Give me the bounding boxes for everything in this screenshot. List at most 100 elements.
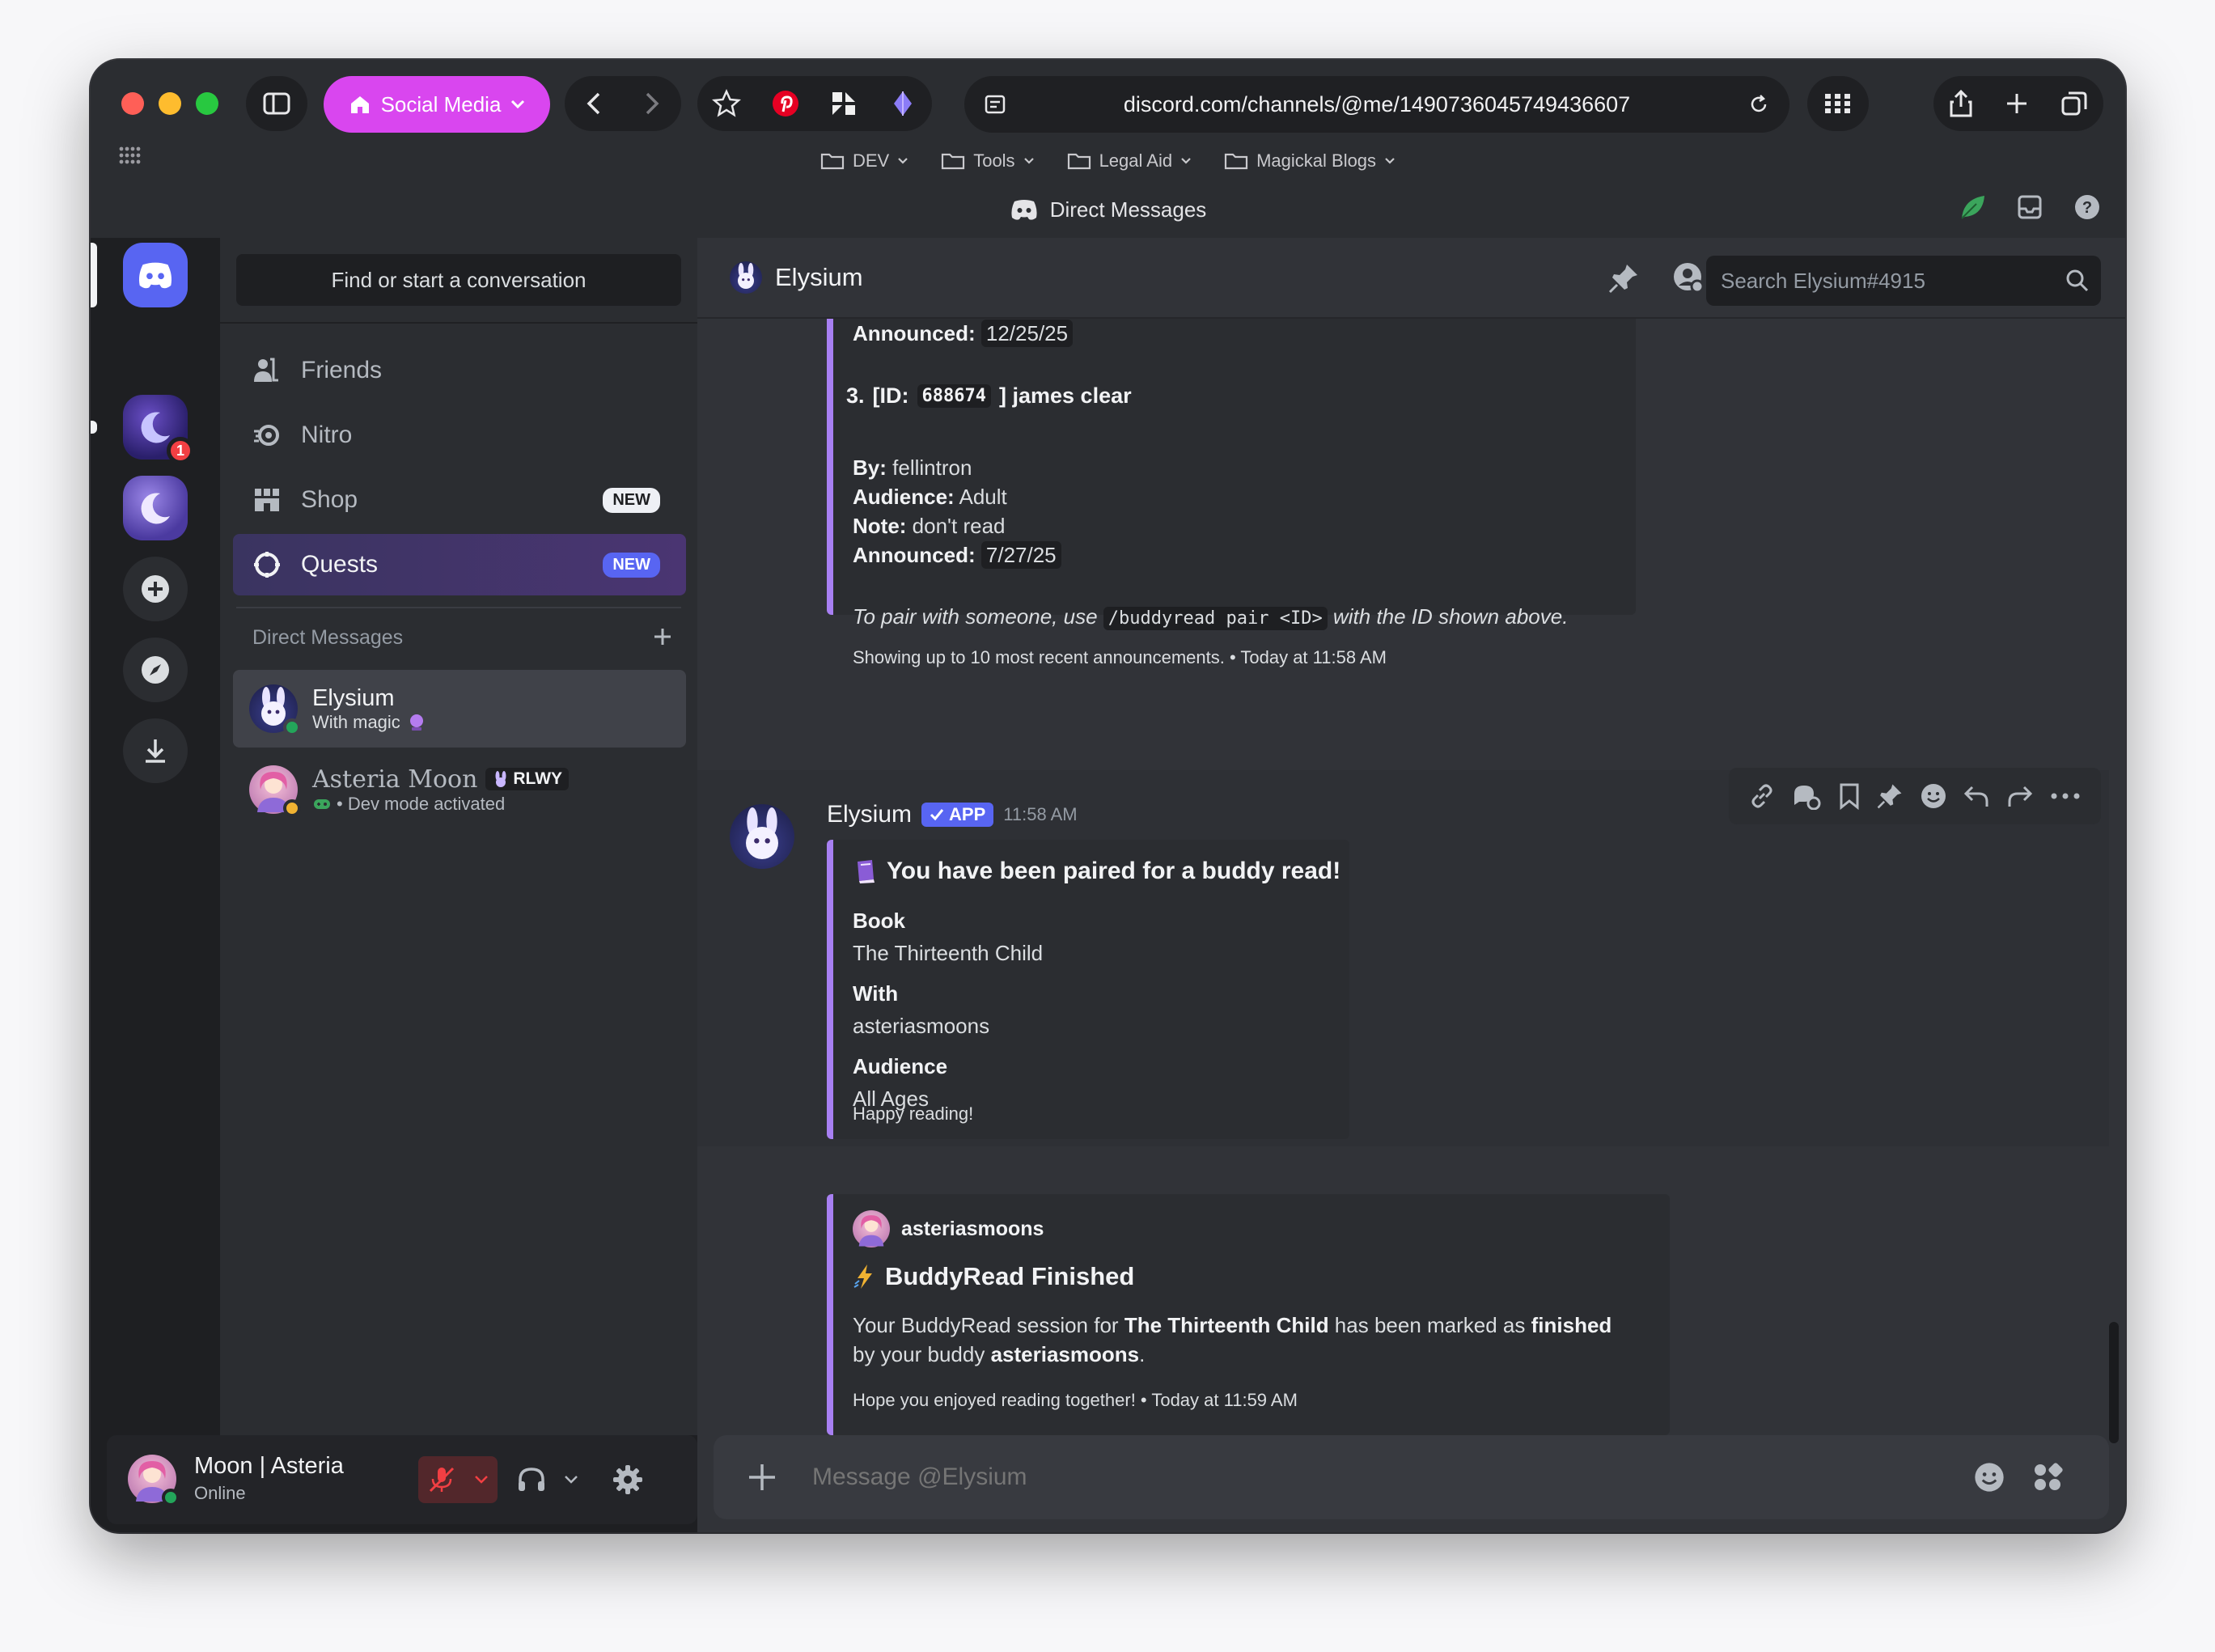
bookmark-icon[interactable] [1838, 782, 1861, 810]
nav-label: Nitro [301, 421, 353, 448]
gear-icon [613, 1465, 642, 1494]
field-label: Book [853, 909, 905, 933]
reply-icon[interactable] [1963, 782, 1990, 810]
download-apps-button[interactable] [123, 718, 188, 783]
audience-value: Adult [959, 485, 1007, 509]
dm-item-elysium[interactable]: Elysium With magic [233, 670, 686, 748]
emoji-icon[interactable] [1973, 1461, 2005, 1493]
message-actions-bar [1729, 768, 2101, 824]
nav-shop[interactable]: Shop NEW [233, 469, 686, 531]
announced-value: 7/27/25 [980, 541, 1061, 569]
share-icon[interactable] [1949, 89, 1973, 118]
dm-status: • Dev mode activated [312, 794, 569, 815]
user-info[interactable]: Moon | Asteria Online [194, 1453, 344, 1504]
zoom-window-button[interactable] [196, 92, 218, 115]
create-dm-icon[interactable] [652, 626, 673, 647]
pinterest-icon[interactable] [771, 89, 800, 118]
user-settings-button[interactable] [602, 1456, 654, 1503]
svg-text:?: ? [2082, 199, 2092, 217]
bookmark-folder[interactable]: Tools [941, 150, 1034, 172]
message-input[interactable] [812, 1464, 1961, 1491]
reload-icon[interactable] [1747, 93, 1770, 116]
home-button[interactable] [123, 243, 188, 307]
dm-item-asteria-moon[interactable]: Asteria Moon RLWY • Dev mode activated [233, 751, 686, 828]
item-title: ] james clear [999, 383, 1132, 408]
pin-icon[interactable] [1876, 782, 1904, 810]
leaf-icon[interactable] [1959, 193, 1988, 222]
note-value: don't read [912, 514, 1006, 538]
apps-icon[interactable] [2031, 1461, 2064, 1493]
pair-prefix: To pair with someone, use [853, 604, 1098, 629]
chevron-down-icon [1385, 158, 1395, 164]
tabs-icon[interactable] [2060, 90, 2088, 117]
user-profile-icon[interactable] [1672, 261, 1706, 295]
pin-icon[interactable] [1607, 262, 1640, 294]
folder-icon [1067, 153, 1091, 170]
nav-quests[interactable]: Quests NEW [233, 534, 686, 595]
bookmark-folder[interactable]: Legal Aid [1067, 150, 1192, 172]
bookmark-label: DEV [852, 150, 890, 171]
more-options-icon[interactable] [2049, 791, 2082, 801]
address-bar[interactable]: discord.com/channels/@me/149073604574943… [964, 76, 1789, 133]
bookmark-star-icon[interactable] [712, 89, 742, 118]
chat-scrollbar[interactable] [2109, 1322, 2119, 1443]
message-composer [714, 1435, 2109, 1519]
field-label: Audience: [853, 485, 955, 509]
emoji-reaction-icon[interactable] [1920, 782, 1947, 810]
attach-plus-icon[interactable] [746, 1461, 778, 1493]
desc-text: . [1139, 1342, 1146, 1366]
search-input[interactable]: Search Elysium#4915 [1706, 256, 2101, 306]
desc-text: Your BuddyRead session for [853, 1313, 1124, 1337]
bookmark-folder[interactable]: DEV [820, 150, 908, 172]
embed-author-name[interactable]: asteriasmoons [901, 1218, 1044, 1241]
discord-logo-icon [138, 262, 172, 289]
find-conversation-button[interactable]: Find or start a conversation [236, 254, 681, 306]
channel-name[interactable]: Elysium [775, 263, 863, 292]
dm-name: Elysium [312, 684, 395, 711]
bookmark-folder[interactable]: Magickal Blogs [1224, 150, 1395, 172]
field-label: Audience [853, 1054, 948, 1078]
server-moon-1[interactable]: 1 [123, 395, 194, 464]
nav-friends[interactable]: Friends [233, 340, 686, 401]
embed-footer: Happy reading! [853, 1103, 974, 1124]
pair-command: /buddyread pair <ID> [1103, 607, 1328, 630]
mute-button[interactable] [418, 1456, 498, 1503]
home-icon [350, 96, 369, 113]
user-avatar[interactable] [128, 1455, 180, 1506]
download-icon [146, 739, 165, 763]
sidebar-toggle-button[interactable] [246, 76, 307, 131]
discord-logo-icon [1011, 200, 1037, 220]
user-panel: Moon | Asteria Online [107, 1435, 697, 1524]
nitro-icon [254, 425, 279, 446]
minimize-window-button[interactable] [159, 92, 181, 115]
help-icon[interactable]: ? [2073, 193, 2101, 221]
perplexity-extension-icon[interactable] [829, 89, 858, 118]
friends-icon [254, 358, 278, 382]
mic-muted-icon [429, 1467, 455, 1493]
server-moon-2[interactable] [123, 476, 188, 540]
message-avatar[interactable] [730, 804, 794, 869]
inbox-icon[interactable] [2017, 194, 2043, 220]
tab-overview-button[interactable] [1807, 76, 1869, 131]
forward-arrow-icon[interactable] [644, 91, 660, 116]
nav-label: Shop [301, 486, 358, 513]
forward-icon[interactable] [2006, 782, 2034, 810]
bunny-avatar-icon [746, 807, 778, 859]
deafen-button[interactable] [507, 1456, 587, 1503]
item-number: 3. [846, 383, 865, 408]
message-author[interactable]: Elysium [827, 801, 912, 828]
new-tab-icon[interactable] [2005, 91, 2029, 116]
guild-tag-text: RLWY [513, 769, 563, 788]
back-arrow-icon[interactable] [586, 91, 602, 116]
nav-nitro[interactable]: Nitro [233, 405, 686, 466]
chevron-down-icon [475, 1476, 488, 1484]
link-icon[interactable] [1748, 782, 1776, 810]
chevron-down-icon [1181, 158, 1191, 164]
add-server-button[interactable] [123, 557, 188, 621]
thread-icon[interactable] [1791, 782, 1822, 810]
crystal-extension-icon[interactable] [888, 89, 917, 118]
tab-group-button[interactable]: Social Media [324, 76, 550, 133]
page-settings-icon[interactable] [984, 94, 1006, 115]
discover-button[interactable] [123, 638, 188, 702]
close-window-button[interactable] [121, 92, 144, 115]
